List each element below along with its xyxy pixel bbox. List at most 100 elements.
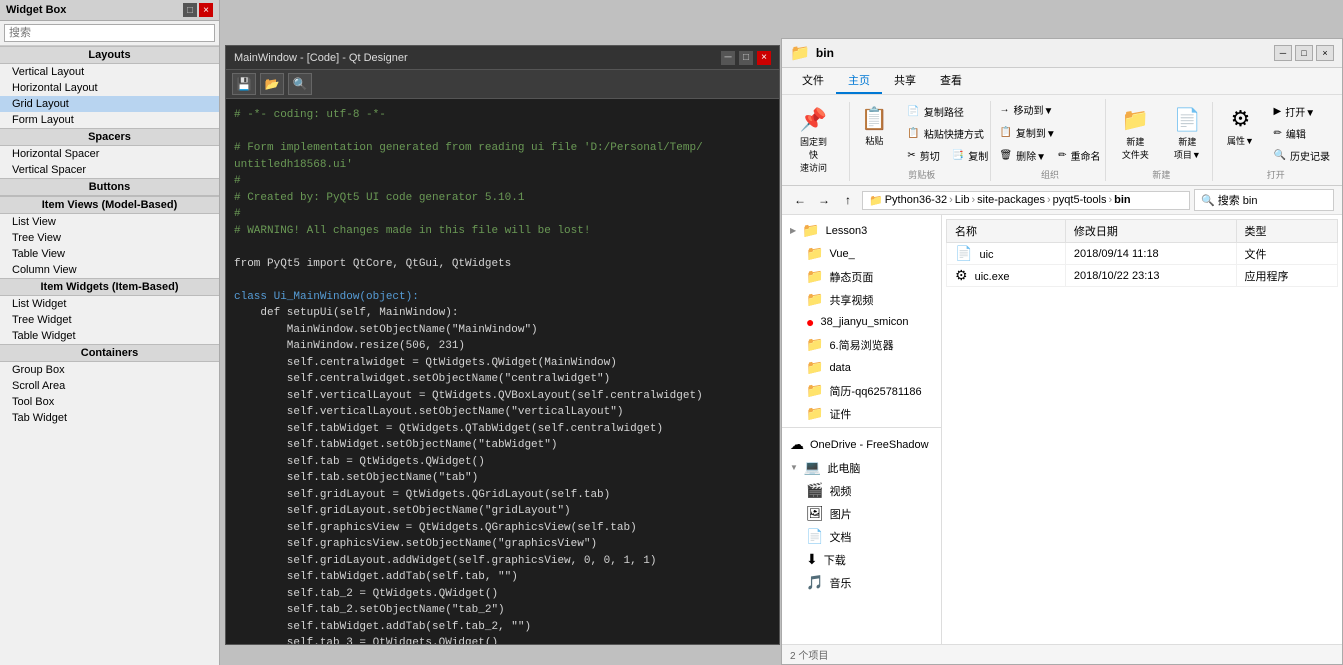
col-date[interactable]: 修改日期 [1065,220,1236,243]
item-scroll-area[interactable]: Scroll Area [0,378,219,394]
fe-maximize-btn[interactable]: □ [1295,45,1313,61]
fe-sidebar-lesson3[interactable]: ▶ 📁 Lesson3 [782,219,941,242]
fe-sidebar-data[interactable]: 📁 data [782,356,941,379]
item-column-view[interactable]: Column View [0,262,219,278]
history-label: 历史记录 [1290,148,1330,163]
item-vertical-layout[interactable]: Vertical Layout [0,64,219,80]
sidebar-documents-label: 文档 [829,529,851,545]
file-row-uicexe[interactable]: ⚙ uic.exe 2018/10/22 23:13 应用程序 [947,265,1338,287]
code-line-17: self.centralwidget.setObjectName("centra… [234,371,771,388]
fe-sidebar-video[interactable]: 🎬 视频 [782,479,941,502]
item-vertical-spacer[interactable]: Vertical Spacer [0,162,219,178]
file-row-uic[interactable]: 📄 uic 2018/09/14 11:18 文件 [947,243,1338,265]
copy-path-icon: 📄 [907,106,919,117]
item-tree-widget[interactable]: Tree Widget [0,312,219,328]
code-window-maximize[interactable]: □ [739,51,753,65]
fe-sidebar-resume[interactable]: 📁 简历-qq625781186 [782,379,941,402]
edit-label: 编辑 [1286,126,1306,141]
code-content-area[interactable]: # -*- coding: utf-8 -*- # Form implement… [226,99,779,644]
fe-breadcrumb[interactable]: 📁 Python36-32 › Lib › site-packages › py… [862,191,1190,210]
breadcrumb-folder-icon: 📁 [869,194,883,207]
widget-box-search-input[interactable] [4,24,215,42]
fe-tab-file[interactable]: 文件 [790,68,836,94]
fe-back-btn[interactable]: ← [790,190,810,210]
fe-new-item-btn[interactable]: 📄 新建项目▼ [1163,102,1211,166]
item-group-box[interactable]: Group Box [0,362,219,378]
fe-sidebar-music[interactable]: 🎵 音乐 [782,571,941,594]
fe-sidebar-shared-video[interactable]: 📁 共享视频 [782,288,941,311]
code-line-33: self.tab_3 = QtWidgets.QWidget() [234,635,771,644]
pc-icon: 💻 [804,459,821,476]
item-grid-layout[interactable]: Grid Layout [0,96,219,112]
item-tool-box[interactable]: Tool Box [0,394,219,410]
fe-sidebar-documents[interactable]: 📄 文档 [782,525,941,548]
section-buttons[interactable]: Buttons [0,178,219,196]
fe-clipboard-group-label: 剪贴板 [908,168,935,181]
fe-up-btn[interactable]: ↑ [838,190,858,210]
col-name[interactable]: 名称 [947,220,1066,243]
item-table-view[interactable]: Table View [0,246,219,262]
fe-sidebar-pictures[interactable]: 🖼 图片 [782,502,941,525]
item-list-view[interactable]: List View [0,214,219,230]
fe-new-folder-btn[interactable]: 📁 新建文件夹 [1111,102,1159,166]
fe-sidebar-downloads[interactable]: ⬇ 下载 [782,548,941,571]
fe-sidebar-thispc[interactable]: ▼ 💻 此电脑 [782,456,941,479]
fe-paste-shortcut-btn[interactable]: 📋 粘贴快捷方式 [902,123,993,144]
fe-cut-btn[interactable]: ✂ 剪切 [902,145,944,166]
fe-minimize-btn[interactable]: ─ [1274,45,1292,61]
fe-tab-home[interactable]: 主页 [836,68,882,94]
fe-sidebar-certificate[interactable]: 📁 证件 [782,402,941,425]
file-date-uicexe: 2018/10/22 23:13 [1065,265,1236,287]
section-spacers[interactable]: Spacers [0,128,219,146]
fe-copy-to-btn[interactable]: 📋 复制到▼ [994,122,1105,143]
fe-search-box[interactable]: 🔍 搜索 bin [1194,189,1334,211]
fe-rename-btn[interactable]: ✏ 重命名 [1053,145,1105,166]
item-tree-view[interactable]: Tree View [0,230,219,246]
code-window-minimize[interactable]: ─ [721,51,735,65]
fe-sidebar-vue[interactable]: 📁 Vue_ [782,242,941,265]
fe-properties-btn[interactable]: ⚙ 属性▼ [1217,101,1265,166]
fe-tab-share[interactable]: 共享 [882,68,928,94]
fe-sidebar-38jianyu[interactable]: ● 38_jianyu_smicon [782,311,941,333]
fe-sidebar-onedrive[interactable]: ☁ OneDrive - FreeShadow [782,433,941,456]
item-table-widget[interactable]: Table Widget [0,328,219,344]
fe-paste-btn[interactable]: 📋 粘贴 [850,101,898,166]
code-search-btn[interactable]: 🔍 [288,73,312,95]
expand-icon: ▶ [790,226,796,235]
folder-icon-4: 📁 [806,291,823,308]
item-tab-widget[interactable]: Tab Widget [0,410,219,426]
documents-icon: 📄 [806,528,823,545]
section-item-widgets[interactable]: Item Widgets (Item-Based) [0,278,219,296]
fe-open-btn[interactable]: ▶ 打开▼ [1269,101,1335,122]
fe-close-btn[interactable]: × [1316,45,1334,61]
item-horizontal-spacer[interactable]: Horizontal Spacer [0,146,219,162]
col-type[interactable]: 类型 [1236,220,1337,243]
item-form-layout[interactable]: Form Layout [0,112,219,128]
item-horizontal-layout[interactable]: Horizontal Layout [0,80,219,96]
code-open-btn[interactable]: 📂 [260,73,284,95]
fe-copy-path-btn[interactable]: 📄 复制路径 [902,101,993,122]
rename-label: 重命名 [1070,148,1100,163]
sidebar-pictures-label: 图片 [830,506,852,522]
fe-sidebar-browser[interactable]: 📁 6.简易浏览器 [782,333,941,356]
section-containers[interactable]: Containers [0,344,219,362]
fe-history-btn[interactable]: 🔍 历史记录 [1269,145,1335,166]
fe-copy-btn[interactable]: 📑 复制 [947,145,993,166]
fe-edit-btn[interactable]: ✏ 编辑 [1269,123,1335,144]
widget-box-restore-btn[interactable]: □ [183,3,197,17]
section-layouts[interactable]: Layouts [0,46,219,64]
code-window-close[interactable]: × [757,51,771,65]
fe-body: ▶ 📁 Lesson3 📁 Vue_ 📁 静态页面 📁 共享视频 [782,215,1342,644]
code-save-btn[interactable]: 💾 [232,73,256,95]
fe-pin-btn[interactable]: 📌 固定到快速访问 [790,102,838,179]
code-line-27: self.graphicsView.setObjectName("graphic… [234,536,771,553]
folder-icon-8: 📁 [806,405,823,422]
item-list-widget[interactable]: List Widget [0,296,219,312]
fe-sidebar-static[interactable]: 📁 静态页面 [782,265,941,288]
fe-delete-btn[interactable]: 🗑 删除▼ [994,145,1051,166]
section-item-views[interactable]: Item Views (Model-Based) [0,196,219,214]
fe-tab-view[interactable]: 查看 [928,68,974,94]
widget-box-close-btn[interactable]: × [199,3,213,17]
fe-move-btn[interactable]: → 移动到▼ [994,99,1105,120]
fe-forward-btn[interactable]: → [814,190,834,210]
